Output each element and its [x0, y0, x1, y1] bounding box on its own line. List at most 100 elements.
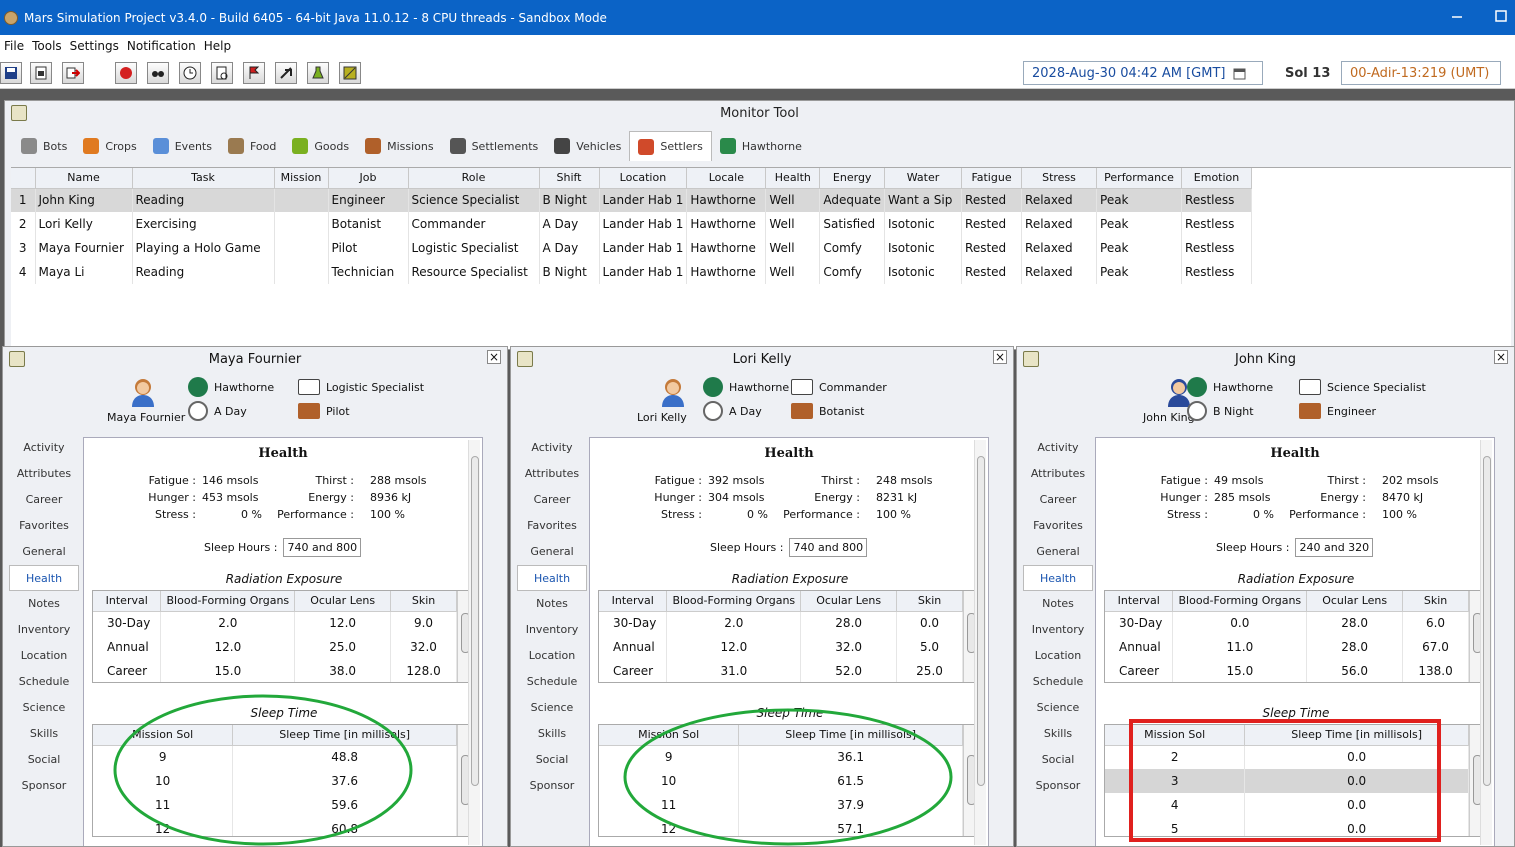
table-row[interactable]: Career 15.0 38.0 128.0	[93, 659, 457, 682]
side-tab-activity[interactable]: Activity	[1023, 435, 1093, 461]
mission-tool-icon[interactable]	[243, 62, 265, 84]
sleep-hours-field[interactable]: 740 and 800	[283, 538, 362, 557]
settlement-icon[interactable]	[703, 377, 723, 397]
column-header-job[interactable]: Job	[328, 168, 409, 189]
menu-file[interactable]: File	[0, 39, 28, 53]
science-tool-icon[interactable]	[307, 62, 329, 84]
menu-help[interactable]: Help	[200, 39, 235, 53]
side-tab-health[interactable]: Health	[9, 565, 79, 591]
column-header-name[interactable]: Name	[35, 168, 133, 189]
settlement-link[interactable]: Hawthorne	[214, 381, 274, 394]
tab-bots[interactable]: Bots	[13, 131, 75, 161]
side-tab-career[interactable]: Career	[1023, 487, 1093, 513]
column-header[interactable]: Sleep Time [in millisols]	[232, 725, 457, 746]
table-row[interactable]: 30-Day 2.0 28.0 0.0	[599, 611, 963, 635]
column-header[interactable]: Skin	[896, 591, 963, 612]
side-tab-social[interactable]: Social	[1023, 747, 1093, 773]
side-tab-social[interactable]: Social	[9, 747, 79, 773]
table-row[interactable]: 9 36.1	[599, 745, 963, 769]
column-header-mission[interactable]: Mission	[274, 168, 329, 189]
column-header-location[interactable]: Location	[599, 168, 688, 189]
table-row[interactable]: 30-Day 2.0 12.0 9.0	[93, 611, 457, 635]
side-tab-inventory[interactable]: Inventory	[9, 617, 79, 643]
side-tab-skills[interactable]: Skills	[517, 721, 587, 747]
column-header-stress[interactable]: Stress	[1021, 168, 1098, 189]
calendar-icon[interactable]	[1233, 67, 1246, 80]
side-tab-favorites[interactable]: Favorites	[517, 513, 587, 539]
column-header[interactable]: Blood-Forming Organs	[1172, 591, 1308, 612]
tab-events[interactable]: Events	[145, 131, 220, 161]
tab-settlers[interactable]: Settlers	[629, 131, 712, 161]
tab-food[interactable]: Food	[220, 131, 284, 161]
column-header[interactable]: Mission Sol	[93, 725, 234, 746]
side-tab-attributes[interactable]: Attributes	[1023, 461, 1093, 487]
menu-notification[interactable]: Notification	[123, 39, 200, 53]
menu-tools[interactable]: Tools	[28, 39, 66, 53]
scroll-thumb[interactable]	[471, 456, 479, 786]
tab-settlements[interactable]: Settlements	[442, 131, 547, 161]
table-row[interactable]: Annual 12.0 32.0 5.0	[599, 635, 963, 659]
resupply-tool-icon[interactable]	[339, 62, 361, 84]
column-header[interactable]: Blood-Forming Organs	[666, 591, 802, 612]
table-row[interactable]: Annual 12.0 25.0 32.0	[93, 635, 457, 659]
side-tab-inventory[interactable]: Inventory	[1023, 617, 1093, 643]
scroll-thumb[interactable]	[977, 456, 985, 786]
table-row[interactable]: 1 John King Reading Engineer Science Special…	[11, 188, 1253, 212]
column-header-emotion[interactable]: Emotion	[1181, 168, 1253, 189]
close-icon[interactable]: ×	[993, 350, 1007, 364]
side-tab-schedule[interactable]: Schedule	[9, 669, 79, 695]
side-tab-skills[interactable]: Skills	[9, 721, 79, 747]
sleep-hours-field[interactable]: 240 and 320	[1295, 538, 1374, 557]
table-row[interactable]: 2 0.0	[1105, 745, 1469, 769]
column-header[interactable]: Interval	[93, 591, 162, 612]
side-tab-favorites[interactable]: Favorites	[1023, 513, 1093, 539]
table-row[interactable]: 10 61.5	[599, 769, 963, 793]
table-row[interactable]: Career 31.0 52.0 25.0	[599, 659, 963, 682]
save-icon[interactable]	[0, 62, 22, 84]
exit-icon[interactable]	[62, 62, 84, 84]
table-row[interactable]: 12 57.1	[599, 817, 963, 836]
settlement-link[interactable]: Hawthorne	[1213, 381, 1273, 394]
table-row[interactable]: 4 0.0	[1105, 793, 1469, 817]
side-tab-career[interactable]: Career	[9, 487, 79, 513]
tab-crops[interactable]: Crops	[75, 131, 144, 161]
scroll-thumb[interactable]	[1483, 456, 1491, 786]
side-tab-schedule[interactable]: Schedule	[1023, 669, 1093, 695]
time-tool-icon[interactable]	[179, 62, 201, 84]
side-tab-science[interactable]: Science	[9, 695, 79, 721]
column-header[interactable]: Ocular Lens	[294, 591, 392, 612]
column-header-energy[interactable]: Energy	[819, 168, 886, 189]
side-tab-location[interactable]: Location	[1023, 643, 1093, 669]
column-header[interactable]: Skin	[1402, 591, 1469, 612]
column-header[interactable]: Ocular Lens	[800, 591, 898, 612]
person-window-title-bar[interactable]: John King ×	[1017, 347, 1514, 371]
column-header[interactable]: Blood-Forming Organs	[160, 591, 296, 612]
side-tab-general[interactable]: General	[517, 539, 587, 565]
table-row[interactable]: 11 59.6	[93, 793, 457, 817]
side-tab-sponsor[interactable]: Sponsor	[9, 773, 79, 799]
health-panel-scrollbar[interactable]	[468, 440, 480, 845]
minimize-icon[interactable]	[1450, 9, 1464, 23]
side-tab-favorites[interactable]: Favorites	[9, 513, 79, 539]
close-icon[interactable]: ×	[1494, 350, 1508, 364]
side-tab-health[interactable]: Health	[1023, 565, 1093, 591]
side-tab-attributes[interactable]: Attributes	[517, 461, 587, 487]
side-tab-career[interactable]: Career	[517, 487, 587, 513]
health-panel-scrollbar[interactable]	[1480, 440, 1492, 845]
person-window-title-bar[interactable]: Lori Kelly ×	[511, 347, 1013, 371]
table-row[interactable]: 10 37.6	[93, 769, 457, 793]
table-row[interactable]: 2 Lori Kelly Exercising Botanist Commander A …	[11, 212, 1253, 236]
side-tab-notes[interactable]: Notes	[9, 591, 79, 617]
side-tab-location[interactable]: Location	[517, 643, 587, 669]
side-tab-notes[interactable]: Notes	[1023, 591, 1093, 617]
health-panel-scrollbar[interactable]	[974, 440, 986, 845]
side-tab-schedule[interactable]: Schedule	[517, 669, 587, 695]
column-header[interactable]: Interval	[1105, 591, 1174, 612]
side-tab-social[interactable]: Social	[517, 747, 587, 773]
settlement-icon[interactable]	[1187, 377, 1207, 397]
column-header[interactable]: Interval	[599, 591, 668, 612]
side-tab-general[interactable]: General	[1023, 539, 1093, 565]
table-row[interactable]: 3 0.0	[1105, 769, 1469, 793]
side-tab-skills[interactable]: Skills	[1023, 721, 1093, 747]
person-window-title-bar[interactable]: Maya Fournier ×	[3, 347, 507, 371]
